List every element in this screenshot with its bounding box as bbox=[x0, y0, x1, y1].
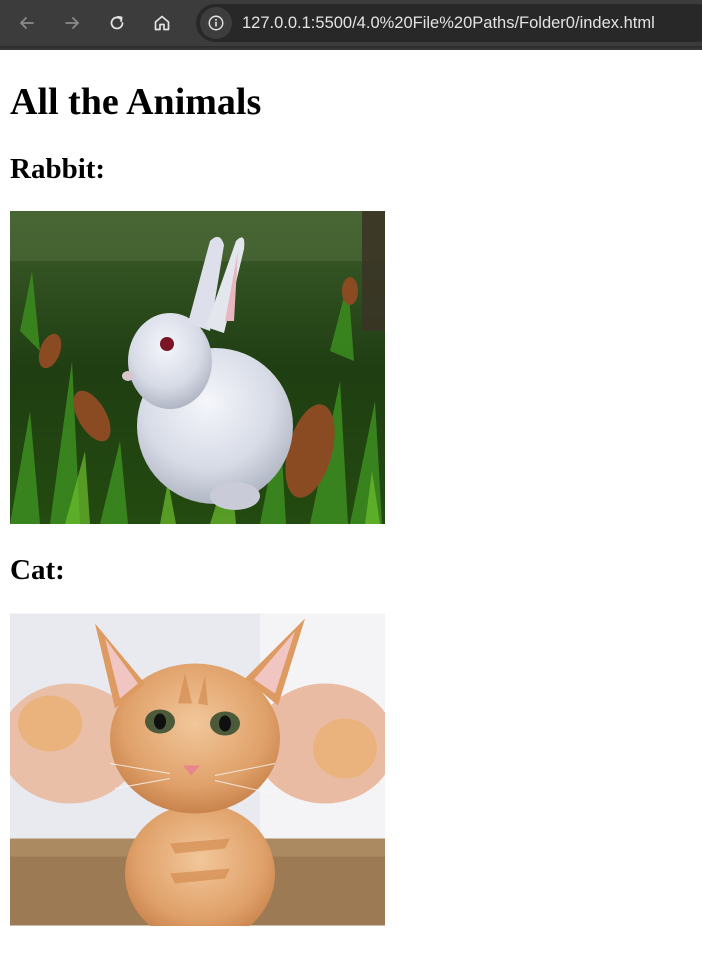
arrow-left-icon bbox=[20, 17, 34, 29]
arrow-right-icon bbox=[65, 17, 79, 29]
toolbar-divider bbox=[0, 46, 702, 50]
section-heading-rabbit: Rabbit: bbox=[10, 153, 106, 185]
page-title: All the Animals bbox=[10, 81, 262, 123]
info-icon bbox=[208, 15, 224, 31]
site-info-button[interactable] bbox=[200, 7, 232, 39]
back-button[interactable] bbox=[11, 7, 43, 39]
forward-button[interactable] bbox=[56, 7, 88, 39]
reload-button[interactable] bbox=[101, 7, 133, 39]
rabbit-image bbox=[10, 211, 385, 524]
address-bar[interactable]: 127.0.0.1:5500/4.0%20File%20Paths/Folder… bbox=[196, 4, 702, 42]
home-icon bbox=[154, 15, 170, 31]
cat-image bbox=[10, 613, 385, 926]
url-text[interactable]: 127.0.0.1:5500/4.0%20File%20Paths/Folder… bbox=[242, 4, 655, 42]
section-heading-cat: Cat: bbox=[10, 554, 65, 586]
browser-toolbar: 127.0.0.1:5500/4.0%20File%20Paths/Folder… bbox=[0, 0, 702, 46]
reload-icon bbox=[110, 15, 124, 30]
home-button[interactable] bbox=[146, 7, 178, 39]
